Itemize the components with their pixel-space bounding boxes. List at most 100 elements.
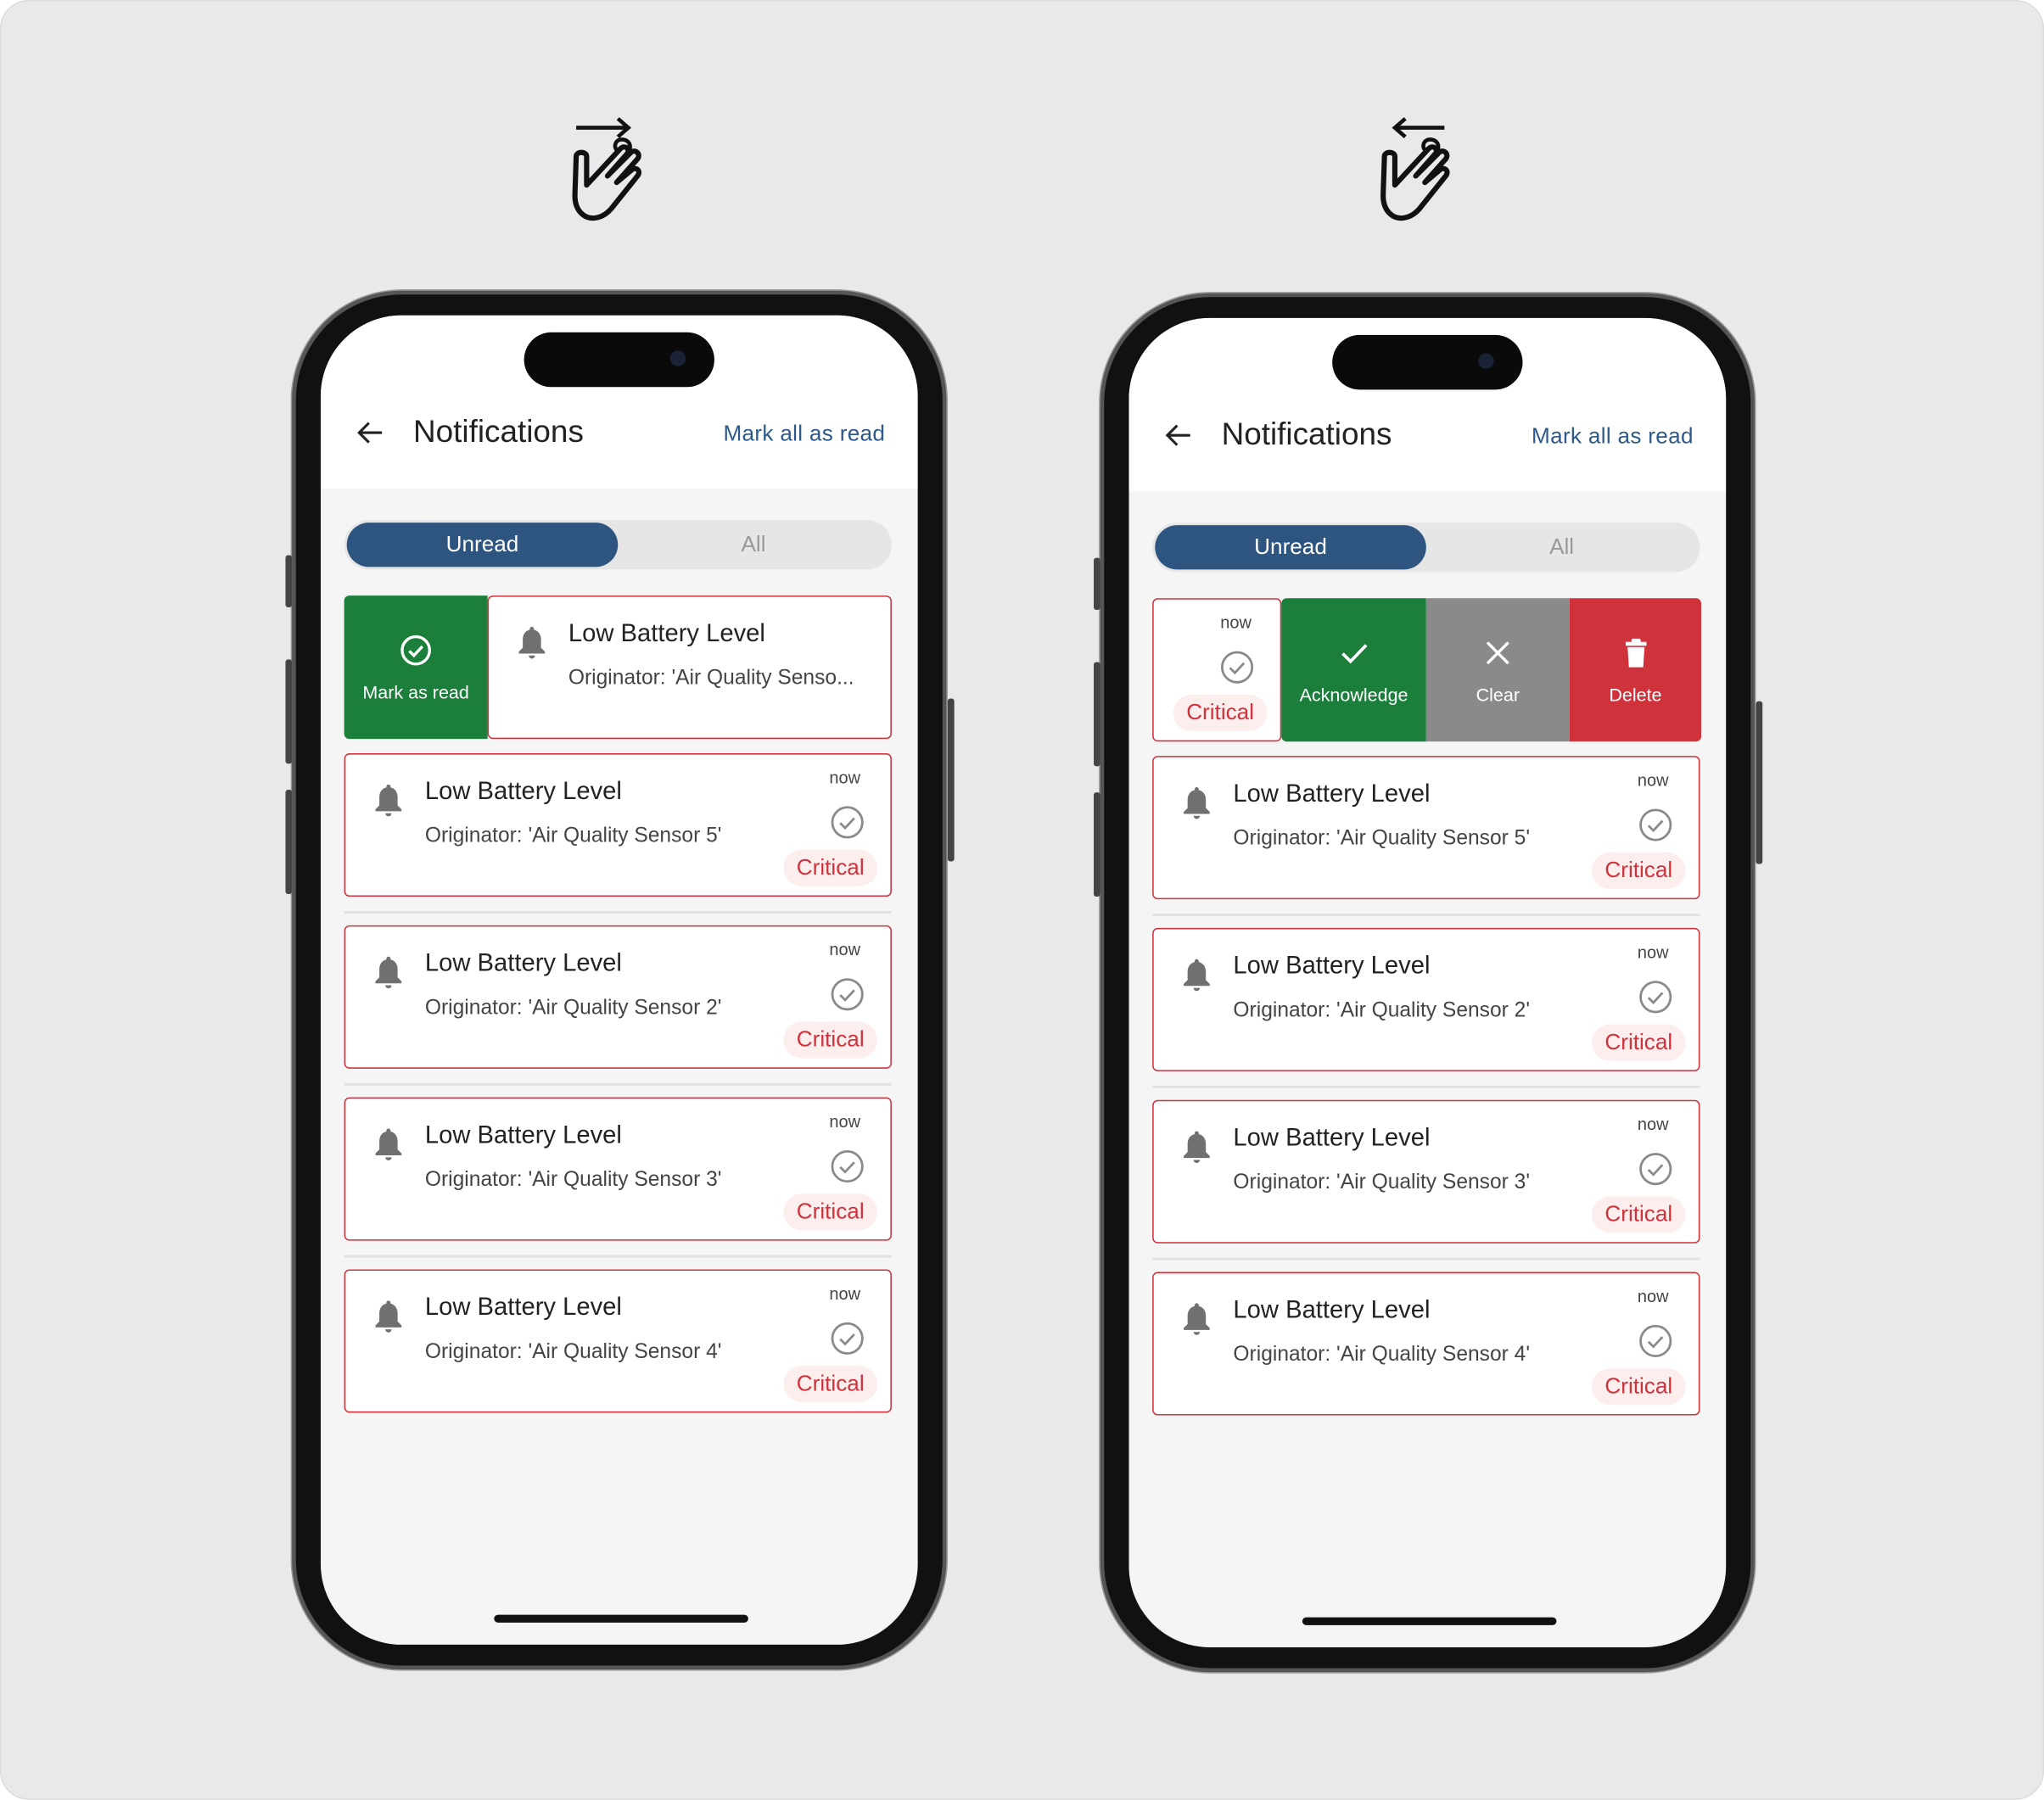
notification-card[interactable]: now Critical (1152, 598, 1282, 742)
notification-card[interactable]: Low Battery Level Originator: 'Air Qualit… (344, 925, 892, 1069)
home-indicator[interactable] (1302, 1617, 1557, 1625)
notification-originator: Originator: 'Air Quality Senso... (568, 667, 854, 690)
read-status-icon[interactable] (831, 1149, 865, 1183)
notification-originator: Originator: 'Air Quality Sensor 4' (424, 1340, 722, 1364)
bell-icon (374, 1127, 403, 1161)
bell-icon (518, 625, 546, 659)
list-divider (344, 910, 892, 914)
read-status-icon[interactable] (1220, 651, 1254, 685)
severity-badge: Critical (783, 849, 877, 886)
camera-icon (1478, 353, 1494, 369)
bell-icon (374, 1300, 403, 1333)
swipe-right-hand-icon (568, 117, 673, 248)
camera-icon (669, 350, 686, 366)
read-status-icon[interactable] (831, 977, 865, 1011)
notification-time: now (829, 1111, 861, 1132)
bell-icon (1183, 1302, 1212, 1336)
checkmark-icon (1337, 635, 1371, 674)
mark-as-read-action[interactable]: Mark as read (344, 595, 488, 740)
bell-icon (1183, 1130, 1212, 1164)
read-status-icon[interactable] (1638, 980, 1672, 1014)
severity-badge: Critical (1592, 1196, 1686, 1233)
notification-originator: Originator: 'Air Quality Sensor 5' (424, 825, 722, 847)
read-status-icon[interactable] (1638, 1152, 1672, 1186)
action-label: Mark as read (362, 680, 469, 702)
list-divider (344, 1082, 892, 1086)
notification-originator: Originator: 'Air Quality Sensor 5' (1233, 827, 1531, 850)
notification-card[interactable]: Low Battery Level Originator: 'Air Qualit… (1152, 756, 1700, 900)
severity-badge: Critical (1592, 1024, 1686, 1061)
side-button (1756, 701, 1763, 864)
action-label: Acknowledge (1299, 683, 1408, 705)
severity-badge: Critical (783, 1021, 877, 1059)
notification-title: Low Battery Level (1233, 1296, 1431, 1324)
severity-badge: Critical (1592, 1368, 1686, 1406)
read-status-icon[interactable] (1638, 808, 1672, 842)
notification-title: Low Battery Level (424, 1121, 622, 1150)
severity-badge: Critical (1173, 694, 1268, 731)
side-button (285, 659, 293, 764)
notification-card-swiped[interactable]: now Critical Acknowledge Clear Delete (1152, 598, 1702, 742)
notification-time: now (1637, 942, 1669, 962)
tab-unread[interactable]: Unread (346, 523, 619, 567)
page-title: Notifications (1221, 416, 1392, 453)
notification-originator: Originator: 'Air Quality Sensor 2' (1233, 999, 1531, 1022)
mark-all-as-read-button[interactable]: Mark all as read (723, 421, 885, 447)
notification-card-swiped[interactable]: Mark as read Low Battery Level Originator:… (344, 595, 892, 740)
notification-time: now (829, 1283, 861, 1304)
notification-time: now (1637, 1286, 1669, 1306)
list-divider (1152, 1085, 1700, 1088)
tab-switch: Unread All (1152, 523, 1700, 573)
close-icon (1481, 635, 1515, 674)
severity-badge: Critical (783, 1193, 877, 1231)
read-status-icon[interactable] (831, 805, 865, 839)
mark-all-as-read-button[interactable]: Mark all as read (1532, 423, 1694, 450)
phone-screen: Notifications Mark all as read Unread All Ma… (320, 315, 918, 1645)
back-arrow-icon[interactable] (355, 417, 386, 449)
notification-title: Low Battery Level (424, 1294, 622, 1322)
notification-card[interactable]: Low Battery Level Originator: 'Air Qualit… (1152, 1099, 1700, 1244)
canvas: Notifications Mark all as read Unread All Ma… (0, 0, 2044, 1800)
tab-switch: Unread All (344, 520, 892, 570)
notification-title: Low Battery Level (424, 778, 622, 806)
tab-all[interactable]: All (618, 523, 889, 567)
notification-time: now (1637, 1114, 1669, 1134)
back-arrow-icon[interactable] (1162, 420, 1194, 451)
notification-originator: Originator: 'Air Quality Sensor 3' (1233, 1171, 1531, 1194)
action-label: Clear (1476, 683, 1520, 705)
notification-card[interactable]: Low Battery Level Originator: 'Air Qualit… (1152, 1272, 1700, 1416)
notification-time: now (829, 767, 861, 787)
home-indicator[interactable] (494, 1614, 748, 1623)
notification-time: now (1220, 612, 1252, 633)
list-divider (1152, 1257, 1700, 1261)
notification-time: now (829, 939, 861, 959)
tab-all[interactable]: All (1426, 525, 1698, 569)
notification-originator: Originator: 'Air Quality Sensor 3' (424, 1169, 722, 1192)
notification-card[interactable]: Low Battery Level Originator: 'Air Qualit… (1152, 927, 1700, 1071)
notification-card[interactable]: Low Battery Level Originator: 'Air Qualit… (487, 595, 892, 740)
delete-action-button[interactable]: Delete (1569, 598, 1702, 742)
check-circle-icon (399, 633, 433, 671)
dynamic-island (1332, 334, 1523, 390)
notification-originator: Originator: 'Air Quality Sensor 4' (1233, 1344, 1531, 1367)
acknowledge-action-button[interactable]: Acknowledge (1281, 598, 1426, 742)
notification-card[interactable]: Low Battery Level Originator: 'Air Qualit… (344, 1269, 892, 1413)
severity-badge: Critical (1592, 852, 1686, 889)
notification-time: now (1637, 770, 1669, 791)
page-title: Notifications (413, 414, 584, 450)
notification-card[interactable]: Low Battery Level Originator: 'Air Qualit… (344, 753, 892, 897)
clear-action-button[interactable]: Clear (1425, 598, 1570, 742)
read-status-icon[interactable] (1638, 1324, 1672, 1358)
notification-title: Low Battery Level (568, 620, 765, 648)
read-status-icon[interactable] (831, 1322, 865, 1356)
side-button (285, 555, 293, 607)
notification-title: Low Battery Level (1233, 780, 1431, 808)
notification-card[interactable]: Low Battery Level Originator: 'Air Qualit… (344, 1097, 892, 1241)
swipe-left-hand-icon (1376, 117, 1481, 248)
phone-frame: Notifications Mark all as read Unread All no… (1094, 293, 1763, 1673)
tab-unread[interactable]: Unread (1155, 525, 1426, 570)
notification-title: Low Battery Level (424, 950, 622, 978)
side-button (1094, 557, 1100, 611)
side-button (947, 698, 955, 862)
bell-icon (1183, 785, 1212, 819)
